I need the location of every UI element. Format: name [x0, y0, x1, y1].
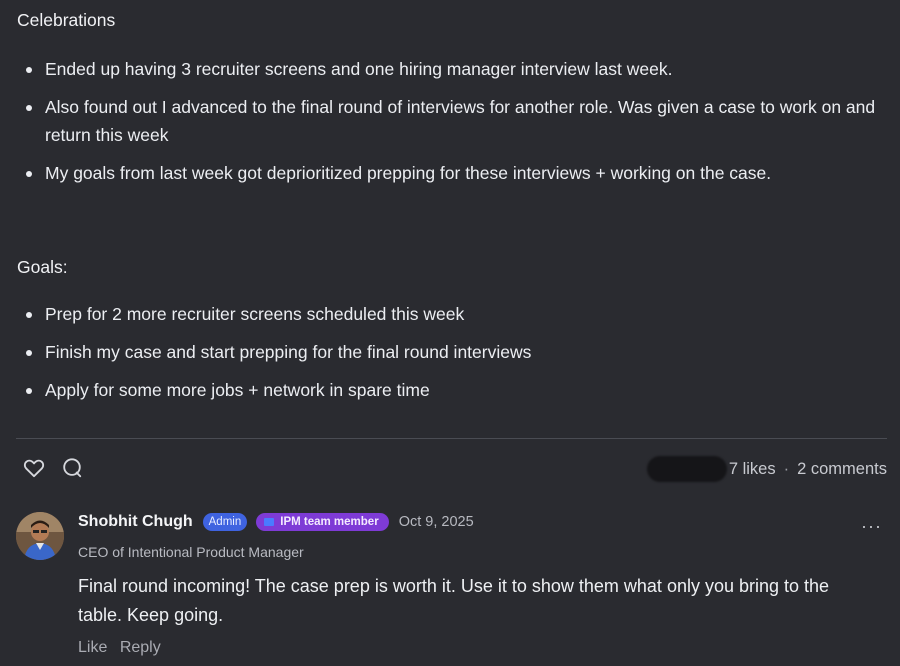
- admin-badge: Admin: [202, 513, 248, 531]
- list-item: My goals from last week got deprioritize…: [17, 159, 877, 187]
- liker-avatars[interactable]: [646, 456, 727, 482]
- list-item: Finish my case and start prepping for th…: [17, 338, 877, 366]
- divider: [16, 438, 887, 439]
- ellipsis-icon[interactable]: ···: [861, 516, 882, 537]
- list-item: Prep for 2 more recruiter screens schedu…: [17, 300, 877, 328]
- comment-bubble-icon[interactable]: [60, 456, 84, 480]
- celebrations-list: Ended up having 3 recruiter screens and …: [17, 55, 877, 187]
- author-title: CEO of Intentional Product Manager: [78, 544, 304, 560]
- reply-button[interactable]: Reply: [120, 639, 161, 656]
- like-button[interactable]: Like: [78, 639, 107, 656]
- celebrations-heading: Celebrations: [17, 10, 116, 30]
- team-badge-label: IPM team member: [280, 516, 379, 528]
- comments-count[interactable]: 2 comments: [797, 460, 887, 479]
- comment-header: Shobhit Chugh Admin IPM team member Oct …: [78, 513, 474, 531]
- list-item: Also found out I advanced to the final r…: [17, 93, 877, 149]
- likes-count[interactable]: 7 likes: [729, 460, 776, 479]
- goals-list: Prep for 2 more recruiter screens schedu…: [17, 300, 877, 404]
- goals-heading: Goals:: [17, 257, 68, 277]
- engagement-stats: 7 likes · 2 comments: [646, 456, 887, 482]
- heart-icon[interactable]: [22, 456, 46, 480]
- list-item: Apply for some more jobs + network in sp…: [17, 376, 877, 404]
- separator: ·: [783, 459, 790, 478]
- comment-date: Oct 9, 2025: [398, 514, 474, 530]
- comment-actions: Like Reply: [78, 639, 169, 657]
- flag-icon: [264, 518, 275, 526]
- list-item: Ended up having 3 recruiter screens and …: [17, 55, 877, 83]
- author-name[interactable]: Shobhit Chugh: [78, 513, 193, 531]
- comment-body: Final round incoming! The case prep is w…: [78, 576, 830, 625]
- avatar[interactable]: [16, 512, 64, 560]
- team-badge: IPM team member: [256, 513, 389, 531]
